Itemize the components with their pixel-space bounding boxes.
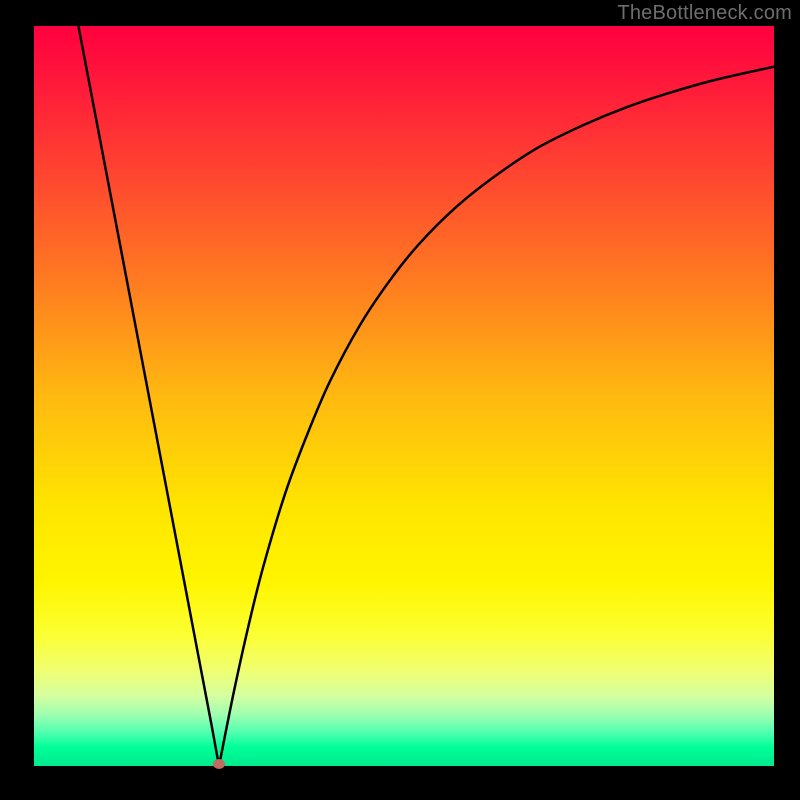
bottleneck-chart <box>0 0 800 800</box>
chart-frame: TheBottleneck.com <box>0 0 800 800</box>
minimum-marker <box>213 759 225 769</box>
plot-background <box>34 26 774 766</box>
watermark-text: TheBottleneck.com <box>617 2 792 25</box>
